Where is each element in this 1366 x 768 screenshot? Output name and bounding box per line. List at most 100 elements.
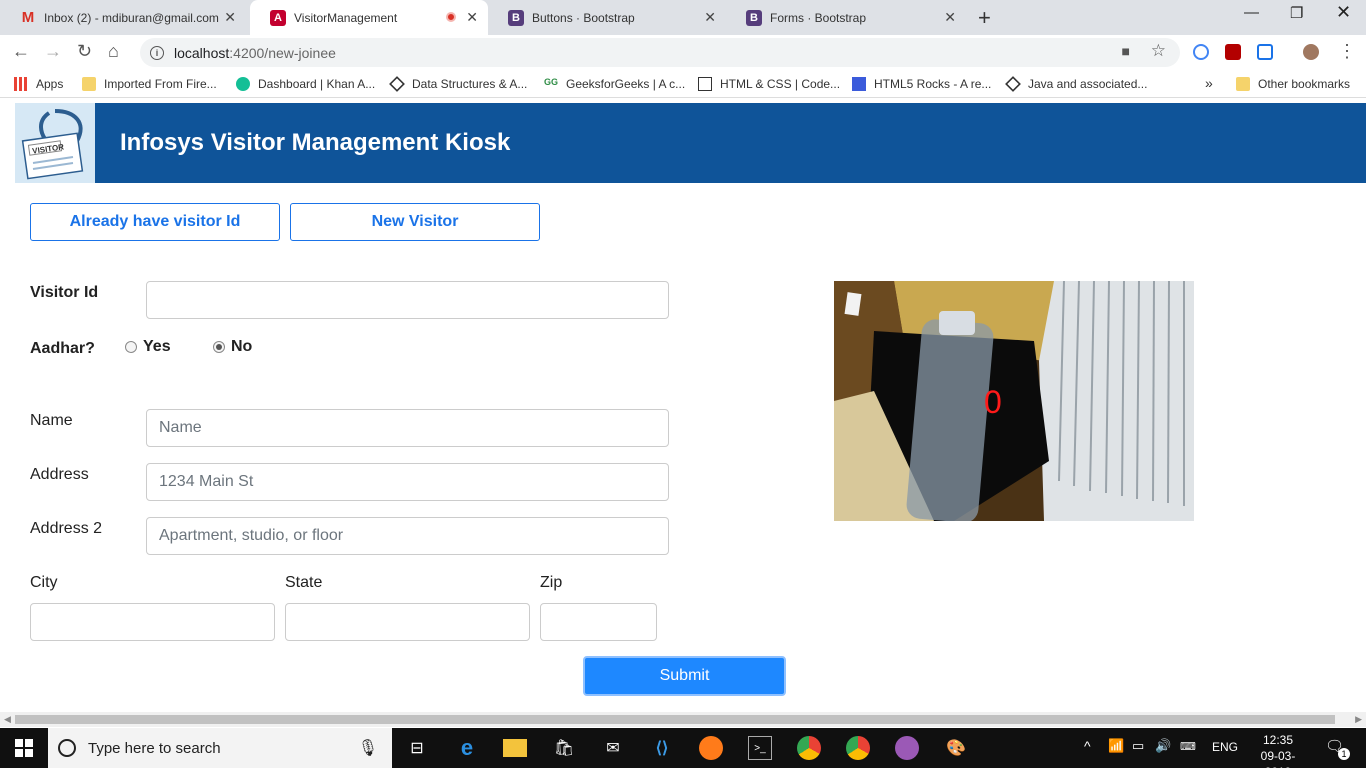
aadhar-yes-label: Yes: [143, 338, 171, 355]
codecademy-icon: [698, 77, 712, 91]
zip-label: Zip: [540, 574, 563, 591]
geeksforgeeks-icon: GG: [544, 77, 559, 87]
tab-buttons-bootstrap[interactable]: B Buttons · Bootstrap ✕: [488, 0, 726, 35]
close-window-icon[interactable]: ✕: [1336, 2, 1351, 23]
aadhar-label: Aadhar?: [30, 340, 95, 357]
chrome-icon[interactable]: [846, 736, 870, 760]
close-tab-icon[interactable]: ✕: [944, 9, 956, 26]
file-explorer-icon[interactable]: [503, 739, 527, 757]
back-icon[interactable]: ←: [12, 41, 30, 62]
terminal-icon[interactable]: >_: [748, 736, 772, 760]
scroll-right-icon[interactable]: ▶: [1355, 714, 1362, 725]
paint-icon[interactable]: 🎨: [944, 736, 968, 760]
recording-indicator-icon: [446, 12, 456, 22]
reload-icon[interactable]: ↻: [77, 41, 92, 62]
close-tab-icon[interactable]: ✕: [224, 9, 236, 26]
microphone-icon[interactable]: 🎙: [358, 738, 378, 758]
horizontal-scrollbar[interactable]: ◀ ▶: [0, 712, 1366, 727]
bookmark-html-css[interactable]: HTML & CSS | Code...: [698, 77, 840, 91]
city-input[interactable]: [30, 603, 275, 641]
more-bookmarks-button[interactable]: »: [1205, 75, 1213, 91]
app-header: VISITOR Infosys Visitor Management Kiosk: [15, 103, 1366, 183]
tab-forms-bootstrap[interactable]: B Forms · Bootstrap ✕: [726, 0, 966, 35]
maximize-icon[interactable]: ❐: [1290, 4, 1303, 22]
github-desktop-icon[interactable]: [895, 736, 919, 760]
scroll-left-icon[interactable]: ◀: [4, 714, 11, 725]
show-hidden-icons[interactable]: ^: [1084, 738, 1091, 754]
browser-tab-strip: M Inbox (2) - mdiburan@gmail.com ✕ A Vis…: [0, 0, 1366, 35]
bookmark-data-structures[interactable]: Data Structures & A...: [389, 76, 527, 92]
store-icon[interactable]: 🛍: [552, 736, 576, 760]
city-label: City: [30, 574, 58, 591]
chrome-icon[interactable]: [797, 736, 821, 760]
scrollbar-thumb[interactable]: [15, 715, 1335, 724]
sync-extension-icon[interactable]: [1193, 44, 1209, 60]
cortana-icon: [58, 739, 76, 757]
address2-input[interactable]: [146, 517, 669, 555]
webcam-feed: 0: [834, 281, 1194, 521]
vscode-icon[interactable]: ⟨⟩: [650, 736, 674, 760]
bookmark-star-icon[interactable]: ☆: [1151, 41, 1166, 61]
ublock-extension-icon[interactable]: [1225, 44, 1241, 60]
webcam-image: 0: [834, 281, 1194, 521]
home-icon[interactable]: ⌂: [108, 41, 119, 62]
html5-icon: [852, 77, 866, 91]
address-input[interactable]: [146, 463, 669, 501]
extension-icon[interactable]: [1257, 44, 1273, 60]
other-bookmarks[interactable]: Other bookmarks: [1236, 77, 1350, 91]
minimize-icon[interactable]: —: [1244, 4, 1259, 21]
new-tab-icon[interactable]: +: [978, 5, 991, 31]
name-input[interactable]: [146, 409, 669, 447]
volume-icon[interactable]: 🔊: [1155, 738, 1171, 754]
bookmark-java[interactable]: Java and associated...: [1005, 76, 1147, 92]
zip-input[interactable]: [540, 603, 657, 641]
edge-icon[interactable]: e: [455, 735, 479, 760]
network-icon[interactable]: 📶: [1108, 738, 1124, 754]
aadhar-no-radio[interactable]: [213, 341, 225, 353]
keyboard-icon[interactable]: ⌨: [1180, 740, 1196, 753]
taskbar-search-box[interactable]: Type here to search 🎙: [48, 728, 392, 768]
notification-count: 1: [1338, 748, 1350, 760]
aadhar-yes-radio[interactable]: [125, 341, 137, 353]
taskbar-clock[interactable]: 12:35 09-03-2019: [1248, 732, 1308, 768]
bookmark-apps[interactable]: Apps: [14, 77, 63, 91]
bookmark-geeksforgeeks[interactable]: GG GeeksforGeeks | A c...: [544, 77, 685, 91]
browser-toolbar: ← → ↻ ⌂ i localhost:4200/new-joinee ■ ☆ …: [0, 35, 1366, 70]
language-indicator[interactable]: ENG: [1212, 740, 1238, 754]
folder-icon: [82, 77, 96, 91]
camera-icon[interactable]: ■: [1122, 43, 1130, 59]
already-have-visitor-id-button[interactable]: Already have visitor Id: [30, 203, 280, 241]
visitor-id-label: Visitor Id: [30, 284, 99, 301]
profile-avatar[interactable]: [1303, 44, 1319, 60]
folder-icon: [1236, 77, 1250, 91]
submit-button[interactable]: Submit: [583, 656, 786, 696]
windows-start-icon[interactable]: [12, 736, 36, 760]
battery-icon[interactable]: ▭: [1132, 738, 1144, 754]
visitor-id-input[interactable]: [146, 281, 669, 319]
apps-grid-icon: [14, 77, 28, 91]
forward-icon[interactable]: →: [44, 41, 62, 62]
new-visitor-button[interactable]: New Visitor: [290, 203, 540, 241]
tab-gmail[interactable]: M Inbox (2) - mdiburan@gmail.com ✕: [0, 0, 246, 35]
bootstrap-icon: B: [746, 9, 762, 26]
bookmarks-bar: Apps Imported From Fire... Dashboard | K…: [0, 70, 1366, 98]
bookmark-html5-rocks[interactable]: HTML5 Rocks - A re...: [852, 77, 991, 91]
bookmark-khan[interactable]: Dashboard | Khan A...: [236, 77, 375, 91]
address-bar[interactable]: i localhost:4200/new-joinee ■ ☆: [140, 38, 1180, 67]
tab-visitor-management[interactable]: A VisitorManagement ✕: [250, 0, 488, 35]
close-tab-icon[interactable]: ✕: [466, 9, 478, 26]
visitor-badge-logo: VISITOR: [15, 103, 95, 183]
menu-icon[interactable]: ⋮: [1338, 41, 1356, 62]
info-icon[interactable]: i: [150, 45, 164, 60]
state-label: State: [285, 574, 323, 591]
close-tab-icon[interactable]: ✕: [704, 9, 716, 26]
visitor-badge-icon: VISITOR: [15, 103, 95, 183]
firefox-icon[interactable]: [699, 736, 723, 760]
address-label: Address: [30, 466, 89, 483]
bookmark-imported[interactable]: Imported From Fire...: [82, 77, 217, 91]
address2-label: Address 2: [30, 520, 103, 537]
mail-icon[interactable]: ✉: [601, 736, 625, 760]
task-view-icon[interactable]: ⊟: [405, 736, 429, 760]
bootstrap-icon: B: [508, 9, 524, 26]
state-input[interactable]: [285, 603, 530, 641]
